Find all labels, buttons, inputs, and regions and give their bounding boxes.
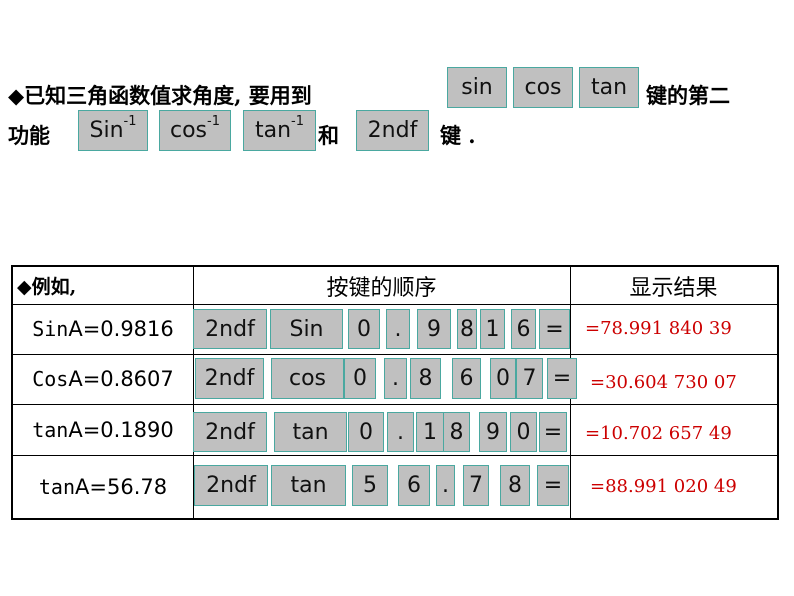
calculator-key: 9 (417, 309, 451, 349)
calculator-key: tan (271, 465, 346, 506)
key-tan-inverse: tan -1 (243, 110, 316, 151)
key-cos-inverse-sup: -1 (207, 114, 220, 129)
key-tan-inverse-sup: -1 (291, 114, 305, 129)
calculator-key: 2ndf (193, 309, 267, 349)
calculator-key: 2ndf (193, 412, 267, 452)
header-example: ◆例如, (17, 276, 77, 298)
calculator-key: 9 (479, 412, 507, 452)
calculator-key: 0 (490, 358, 516, 399)
calculator-key: 8 (443, 412, 470, 452)
result-value: =78.991 840 39 (585, 318, 732, 339)
intro-line2-prefix: 功能 (8, 123, 50, 148)
calculator-key: . (386, 309, 410, 349)
calculator-key: 0 (344, 358, 376, 399)
calculator-key: . (436, 465, 455, 506)
equation-label: tan A=0.1890 (13, 404, 193, 455)
calculator-key: = (537, 465, 569, 506)
calculator-key: 2ndf (195, 358, 264, 399)
key-sin: sin (447, 67, 507, 108)
calculator-key: = (547, 358, 577, 399)
result-value: =10.702 657 49 (585, 423, 732, 444)
calculator-key: . (384, 358, 407, 399)
function-name: tan (32, 417, 69, 442)
calculator-key: = (539, 412, 567, 452)
key-sin-inverse-sup: -1 (123, 114, 137, 129)
calculator-key: 7 (463, 465, 489, 506)
key-sin-inverse-base: Sin (89, 118, 124, 143)
equation-label: Sin A=0.9816 (13, 304, 193, 354)
calculator-key: 6 (511, 309, 536, 349)
calculator-key: 0 (348, 309, 380, 349)
header-sequence: 按键的顺序 (326, 275, 437, 301)
calculator-key: 7 (516, 358, 543, 399)
equation-label: Cos A=0.8607 (13, 354, 193, 404)
calculator-key: 5 (352, 465, 388, 506)
key-cos: cos (513, 67, 573, 108)
key-cos-inverse: cos -1 (159, 110, 231, 151)
function-name: Cos (32, 367, 69, 391)
intro-line2-and: 和 (318, 123, 339, 148)
calculator-key: 8 (500, 465, 530, 506)
equation-value: A=0.9816 (68, 317, 174, 341)
calculator-key: cos (271, 358, 344, 399)
intro-line1-text: ◆已知三角函数值求角度, 要用到 (8, 83, 312, 108)
calculator-key: 1 (416, 412, 444, 452)
calculator-key: 0 (510, 412, 537, 452)
header-result: 显示结果 (629, 275, 718, 301)
calculator-key: 2ndf (194, 465, 268, 506)
equation-label: tan A=56.78 (13, 455, 193, 518)
calculator-key: = (539, 309, 570, 349)
function-name: Sin (32, 317, 69, 341)
key-tan-inverse-base: tan (254, 118, 292, 143)
intro-line1-suffix: 键的第二 (646, 83, 730, 108)
result-value: =88.991 020 49 (590, 476, 737, 497)
calculator-key: 1 (480, 309, 505, 349)
intro-line2-suffix: 键 . (440, 123, 476, 148)
key-tan: tan (579, 67, 639, 108)
calculator-key: tan (274, 412, 347, 452)
equation-value: A=0.1890 (68, 417, 174, 442)
calculator-key: Sin (270, 309, 343, 349)
calculator-key: 0 (348, 412, 384, 452)
calculator-key: 6 (398, 465, 430, 506)
calculator-key: 8 (457, 309, 477, 349)
key-2ndf: 2ndf (356, 110, 429, 151)
key-cos-inverse-base: cos (170, 118, 208, 143)
calculator-key: 8 (410, 358, 441, 399)
key-sin-inverse: Sin -1 (78, 110, 148, 151)
example-table: ◆例如, 按键的顺序 显示结果 Sin A=0.9816 2ndf Sin 0. 9 8 1 6… (11, 265, 779, 520)
calculator-key: 6 (452, 358, 481, 399)
equation-value: A=56.78 (75, 474, 168, 499)
calculator-key: . (387, 412, 414, 452)
equation-value: A=0.8607 (68, 367, 174, 391)
function-name: tan (38, 474, 76, 499)
result-value: =30.604 730 07 (590, 372, 737, 393)
